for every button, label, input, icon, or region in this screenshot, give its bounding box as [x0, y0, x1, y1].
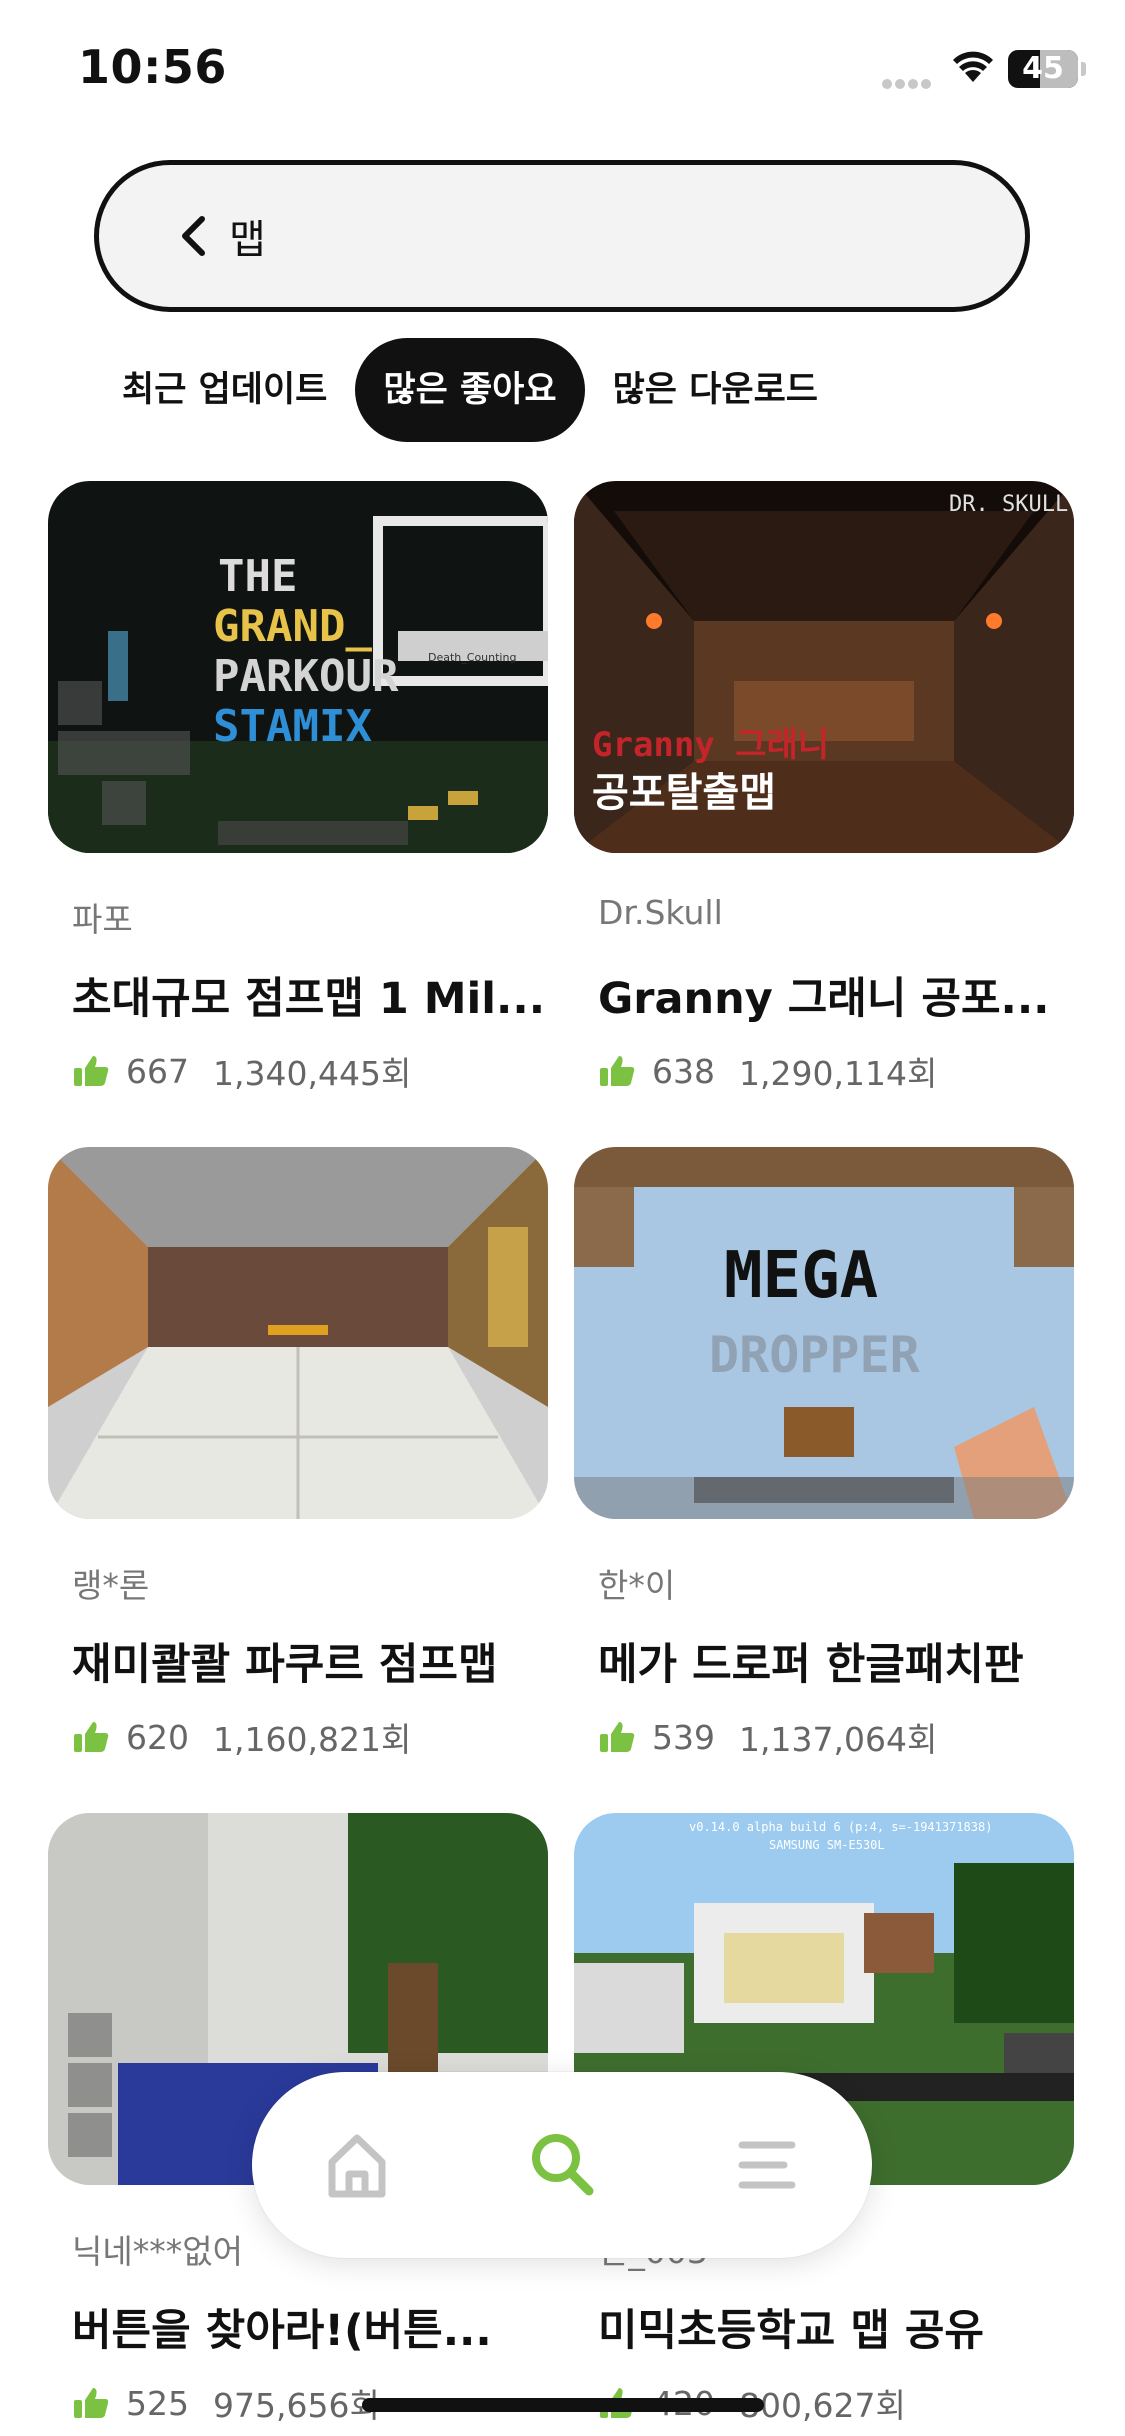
battery-icon: 45: [1008, 50, 1078, 88]
thumb-text-escape: 공포탈출맵: [592, 770, 776, 816]
thumb-version: v0.14.0 alpha build 6 (p:4, s=-194137183…: [689, 1820, 992, 1834]
thumb-text-stamix: STAMIX: [213, 701, 372, 752]
map-thumbnail[interactable]: DR. SKULL Granny 그래니 공포탈출맵: [574, 481, 1074, 853]
like-count: 525: [126, 2383, 189, 2423]
thumb-text-parkour: PARKOUR: [213, 651, 399, 702]
map-stats: 539 1,137,064회: [598, 1713, 937, 1761]
map-title[interactable]: 메가 드로퍼 한글패치판: [598, 1630, 1074, 1692]
map-thumbnail[interactable]: MEGA DROPPER: [574, 1147, 1074, 1519]
wifi-icon: [953, 51, 993, 82]
sort-tabs: 최근 업데이트 많은 좋아요 많은 다운로드: [94, 338, 846, 442]
battery-tip: [1081, 62, 1086, 76]
battery-level: 45: [1022, 51, 1064, 86]
thumbs-up-icon: [74, 1056, 109, 1086]
map-title[interactable]: Granny 그래니 공포...: [598, 964, 1074, 1026]
search-bar[interactable]: 맵: [94, 160, 1030, 312]
bottom-navigation: [252, 2072, 872, 2258]
thumb-text-the: THE: [218, 551, 297, 602]
like-count: 667: [126, 1051, 189, 1091]
map-author: 파포: [72, 900, 133, 939]
view-count: 975,656회: [213, 2386, 380, 2425]
tab-recent-update[interactable]: 최근 업데이트: [94, 338, 355, 442]
cellular-signal-icon: [882, 74, 938, 89]
map-title[interactable]: 초대규모 점프맵 1 Mil...: [72, 964, 548, 1026]
map-author: 한*이: [598, 1566, 676, 1605]
thumb-device: SAMSUNG SM-E530L: [769, 1838, 885, 1852]
map-stats: 667 1,340,445회: [72, 1047, 411, 1095]
tab-most-downloaded[interactable]: 많은 다운로드: [585, 338, 846, 442]
map-thumbnail[interactable]: THE GRAND_ PARKOUR STAMIX Death_Counting: [48, 481, 548, 853]
thumbs-up-icon: [600, 1056, 635, 1086]
status-time: 10:56: [78, 40, 227, 94]
home-icon[interactable]: [312, 2120, 402, 2210]
thumbs-up-icon: [74, 2388, 109, 2418]
map-stats: 620 1,160,821회: [72, 1713, 411, 1761]
map-author: Dr.Skull: [598, 893, 723, 932]
home-indicator[interactable]: [362, 2398, 764, 2412]
view-count: 1,137,064회: [739, 1720, 938, 1759]
like-count: 620: [126, 1717, 189, 1757]
view-count: 1,340,445회: [213, 1054, 412, 1093]
view-count: 1,290,114회: [739, 1054, 938, 1093]
thumb-sign: Death_Counting: [428, 651, 516, 664]
map-stats: 638 1,290,114회: [598, 1047, 937, 1095]
map-title[interactable]: 미믹초등학교 맵 공유: [598, 2296, 1074, 2358]
menu-icon[interactable]: [722, 2120, 812, 2210]
view-count: 1,160,821회: [213, 1720, 412, 1759]
map-title[interactable]: 재미콸콸 파쿠르 점프맵: [72, 1630, 548, 1692]
map-card[interactable]: MEGA DROPPER 한*이 메가 드로퍼 한글패치판 539 1,137,…: [574, 1147, 1074, 1767]
thumb-text-grand: GRAND_: [213, 601, 372, 652]
thumb-text-mega: MEGA: [724, 1239, 878, 1313]
thumbs-up-icon: [74, 1722, 109, 1752]
map-author: 닉네***없어: [72, 2232, 243, 2271]
like-count: 638: [652, 1051, 715, 1091]
search-query[interactable]: 맵: [229, 207, 266, 265]
thumb-text-granny: Granny 그래니: [592, 725, 829, 765]
map-author: 랭*론: [72, 1566, 150, 1605]
tab-most-liked[interactable]: 많은 좋아요: [355, 338, 585, 442]
map-stats: 525 975,656회: [72, 2379, 380, 2427]
map-title[interactable]: 버튼을 찾아라!(버튼...: [72, 2296, 548, 2358]
thumbs-up-icon: [600, 1722, 635, 1752]
thumb-text-dropper: DROPPER: [709, 1326, 921, 1384]
map-card[interactable]: THE GRAND_ PARKOUR STAMIX Death_Counting…: [48, 481, 548, 1101]
map-thumbnail[interactable]: [48, 1147, 548, 1519]
view-count: 800,627회: [739, 2386, 906, 2425]
map-card[interactable]: DR. SKULL Granny 그래니 공포탈출맵 Dr.Skull Gran…: [574, 481, 1074, 1101]
thumb-brand: DR. SKULL: [949, 492, 1068, 517]
back-arrow-icon[interactable]: [169, 211, 219, 261]
search-icon[interactable]: [517, 2120, 607, 2210]
map-card[interactable]: 랭*론 재미콸콸 파쿠르 점프맵 620 1,160,821회: [48, 1147, 548, 1767]
status-bar: 10:56 45: [0, 0, 1125, 140]
like-count: 539: [652, 1717, 715, 1757]
